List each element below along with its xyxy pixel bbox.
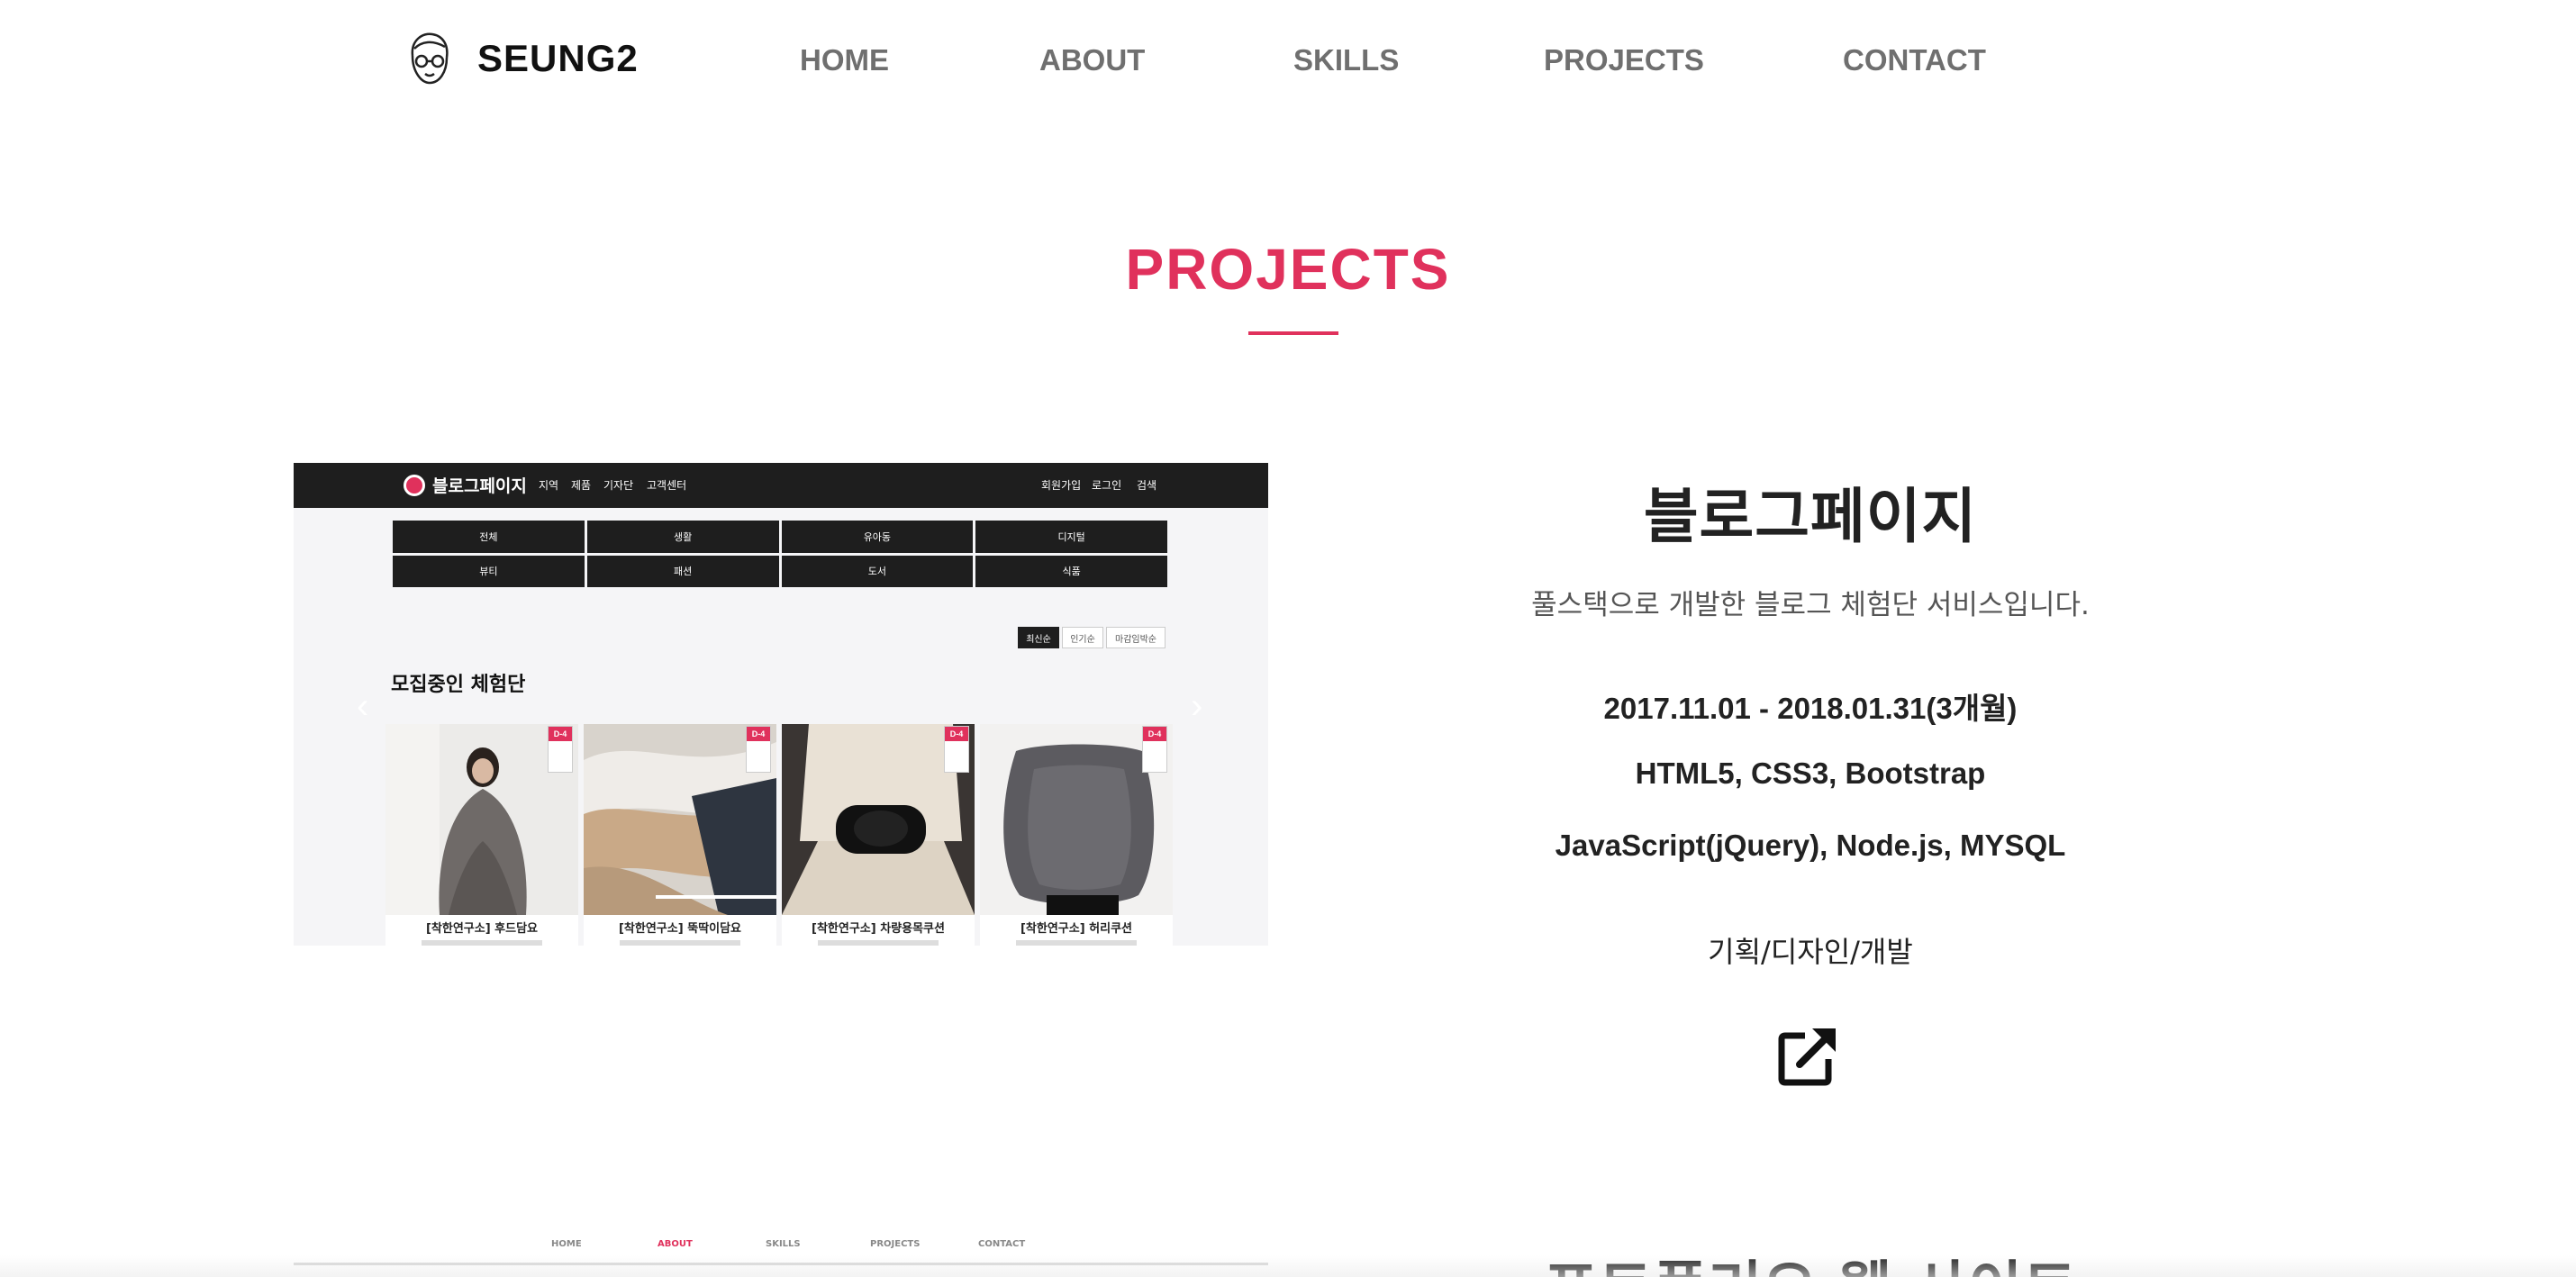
screenshot-logo-icon [404,474,425,496]
screenshot-nav-item: CONTACT [978,1239,1026,1249]
screenshot-menu-item: 회원가입 [1041,479,1082,492]
screenshot-category-grid: 전체 생활 유아동 디지털 뷰티 패션 도서 식품 [393,521,1167,587]
title-underline [1248,331,1338,335]
screenshot-menu-item: 지역 [539,479,559,492]
screenshot-card-subtitle [1016,940,1137,946]
nav-home[interactable]: HOME [800,43,889,77]
screenshot-heading: 모집중인 체험단 [391,674,526,696]
screenshot-nav-item: SKILLS [766,1239,801,1249]
screenshot-card-subtitle [422,940,542,946]
external-link-icon-graphic [1778,1028,1836,1086]
screenshot-category: 식품 [975,555,1167,587]
screenshot-menu-item: 기자단 [603,479,634,492]
nav-about[interactable]: ABOUT [1039,43,1145,77]
screenshot-menu-item: 로그인 [1092,479,1122,492]
project-description: 풀스택으로 개발한 블로그 체험단 서비스입니다. [1531,589,2090,621]
screenshot-card-badge: D-4 [1142,726,1167,773]
nav-contact[interactable]: CONTACT [1843,43,1986,77]
screenshot-sort-option: 최신순 [1018,627,1059,648]
screenshot-card: D-4 [착한연구소] 차량용목쿠션 [782,724,975,946]
screenshot-divider [294,1263,1268,1265]
screenshot-category: 생활 [586,521,779,553]
screenshot-logo-text: 블로그페이지 [432,476,527,496]
screenshot-menu-item: 제품 [571,479,592,492]
external-link-icon[interactable] [1776,1023,1841,1088]
screenshot-category: 뷰티 [393,555,585,587]
project-stack: HTML5, CSS3, Bootstrap [1635,756,1986,790]
screenshot-card-title: [착한연구소] 차량용목쿠션 [812,922,945,936]
screenshot-category: 패션 [586,555,779,587]
screenshot-card: D-4 [착한연구소] 뚝딱이담요 [584,724,776,946]
screenshot-topbar: 블로그페이지 지역 제품 기자단 고객센터 회원가입 로그인 검색 [294,463,1268,508]
main-nav: HOME ABOUT SKILLS PROJECTS CONTACT [0,43,2576,85]
screenshot-menu-item: 검색 [1137,479,1157,492]
chevron-left-icon: ‹ [357,686,369,726]
screenshot-category: 도서 [781,555,974,587]
screenshot-card-subtitle [818,940,939,946]
screenshot-menu-item: 고객센터 [647,479,687,492]
screenshot-category: 전체 [393,521,585,553]
site-header: SEUNG2 HOME ABOUT SKILLS PROJECTS CONTAC… [0,0,2576,126]
project-screenshot-portfolio: HOME ABOUT SKILLS PROJECTS CONTACT [294,1221,1268,1277]
screenshot-card-title: [착한연구소] 허리쿠션 [1020,922,1133,936]
nav-skills[interactable]: SKILLS [1293,43,1399,77]
screenshot-card: D-4 [착한연구소] 허리쿠션 [980,724,1173,946]
project-role: 기획/디자인/개발 [1708,935,1913,969]
project-period: 2017.11.01 - 2018.01.31(3개월) [1603,692,2018,725]
screenshot-sort-option: 인기순 [1062,627,1103,648]
screenshot-card: D-4 [착한연구소] 후드담요 [385,724,578,946]
screenshot-nav-item: PROJECTS [870,1239,921,1249]
chevron-right-icon: › [1191,686,1203,726]
screenshot-card-subtitle [620,940,740,946]
screenshot-category: 유아동 [781,521,974,553]
screenshot-card-title: [착한연구소] 뚝딱이담요 [618,922,741,936]
screenshot-nav-item: HOME [551,1239,582,1249]
screenshot-card-badge: D-4 [944,726,969,773]
project-stack: JavaScript(jQuery), Node.js, MYSQL [1555,829,2066,862]
section-title: PROJECTS [1125,237,1451,302]
screenshot-logo: 블로그페이지 [404,473,527,497]
project-screenshot-blog: 블로그페이지 지역 제품 기자단 고객센터 회원가입 로그인 검색 전체 생활 … [294,463,1268,946]
nav-projects[interactable]: PROJECTS [1544,43,1704,77]
screenshot-card-badge: D-4 [548,726,573,773]
project-title: 블로그페이지 [1643,482,1978,551]
screenshot-card-badge: D-4 [746,726,771,773]
screenshot-sort-option: 마감임박순 [1106,627,1166,648]
screenshot-card-title: [착한연구소] 후드담요 [425,922,539,936]
screenshot-nav-item: ABOUT [658,1239,693,1249]
project-title: 포트폴리오 웹 사이트 [1450,1241,2171,1277]
screenshot-category: 디지털 [975,521,1167,553]
